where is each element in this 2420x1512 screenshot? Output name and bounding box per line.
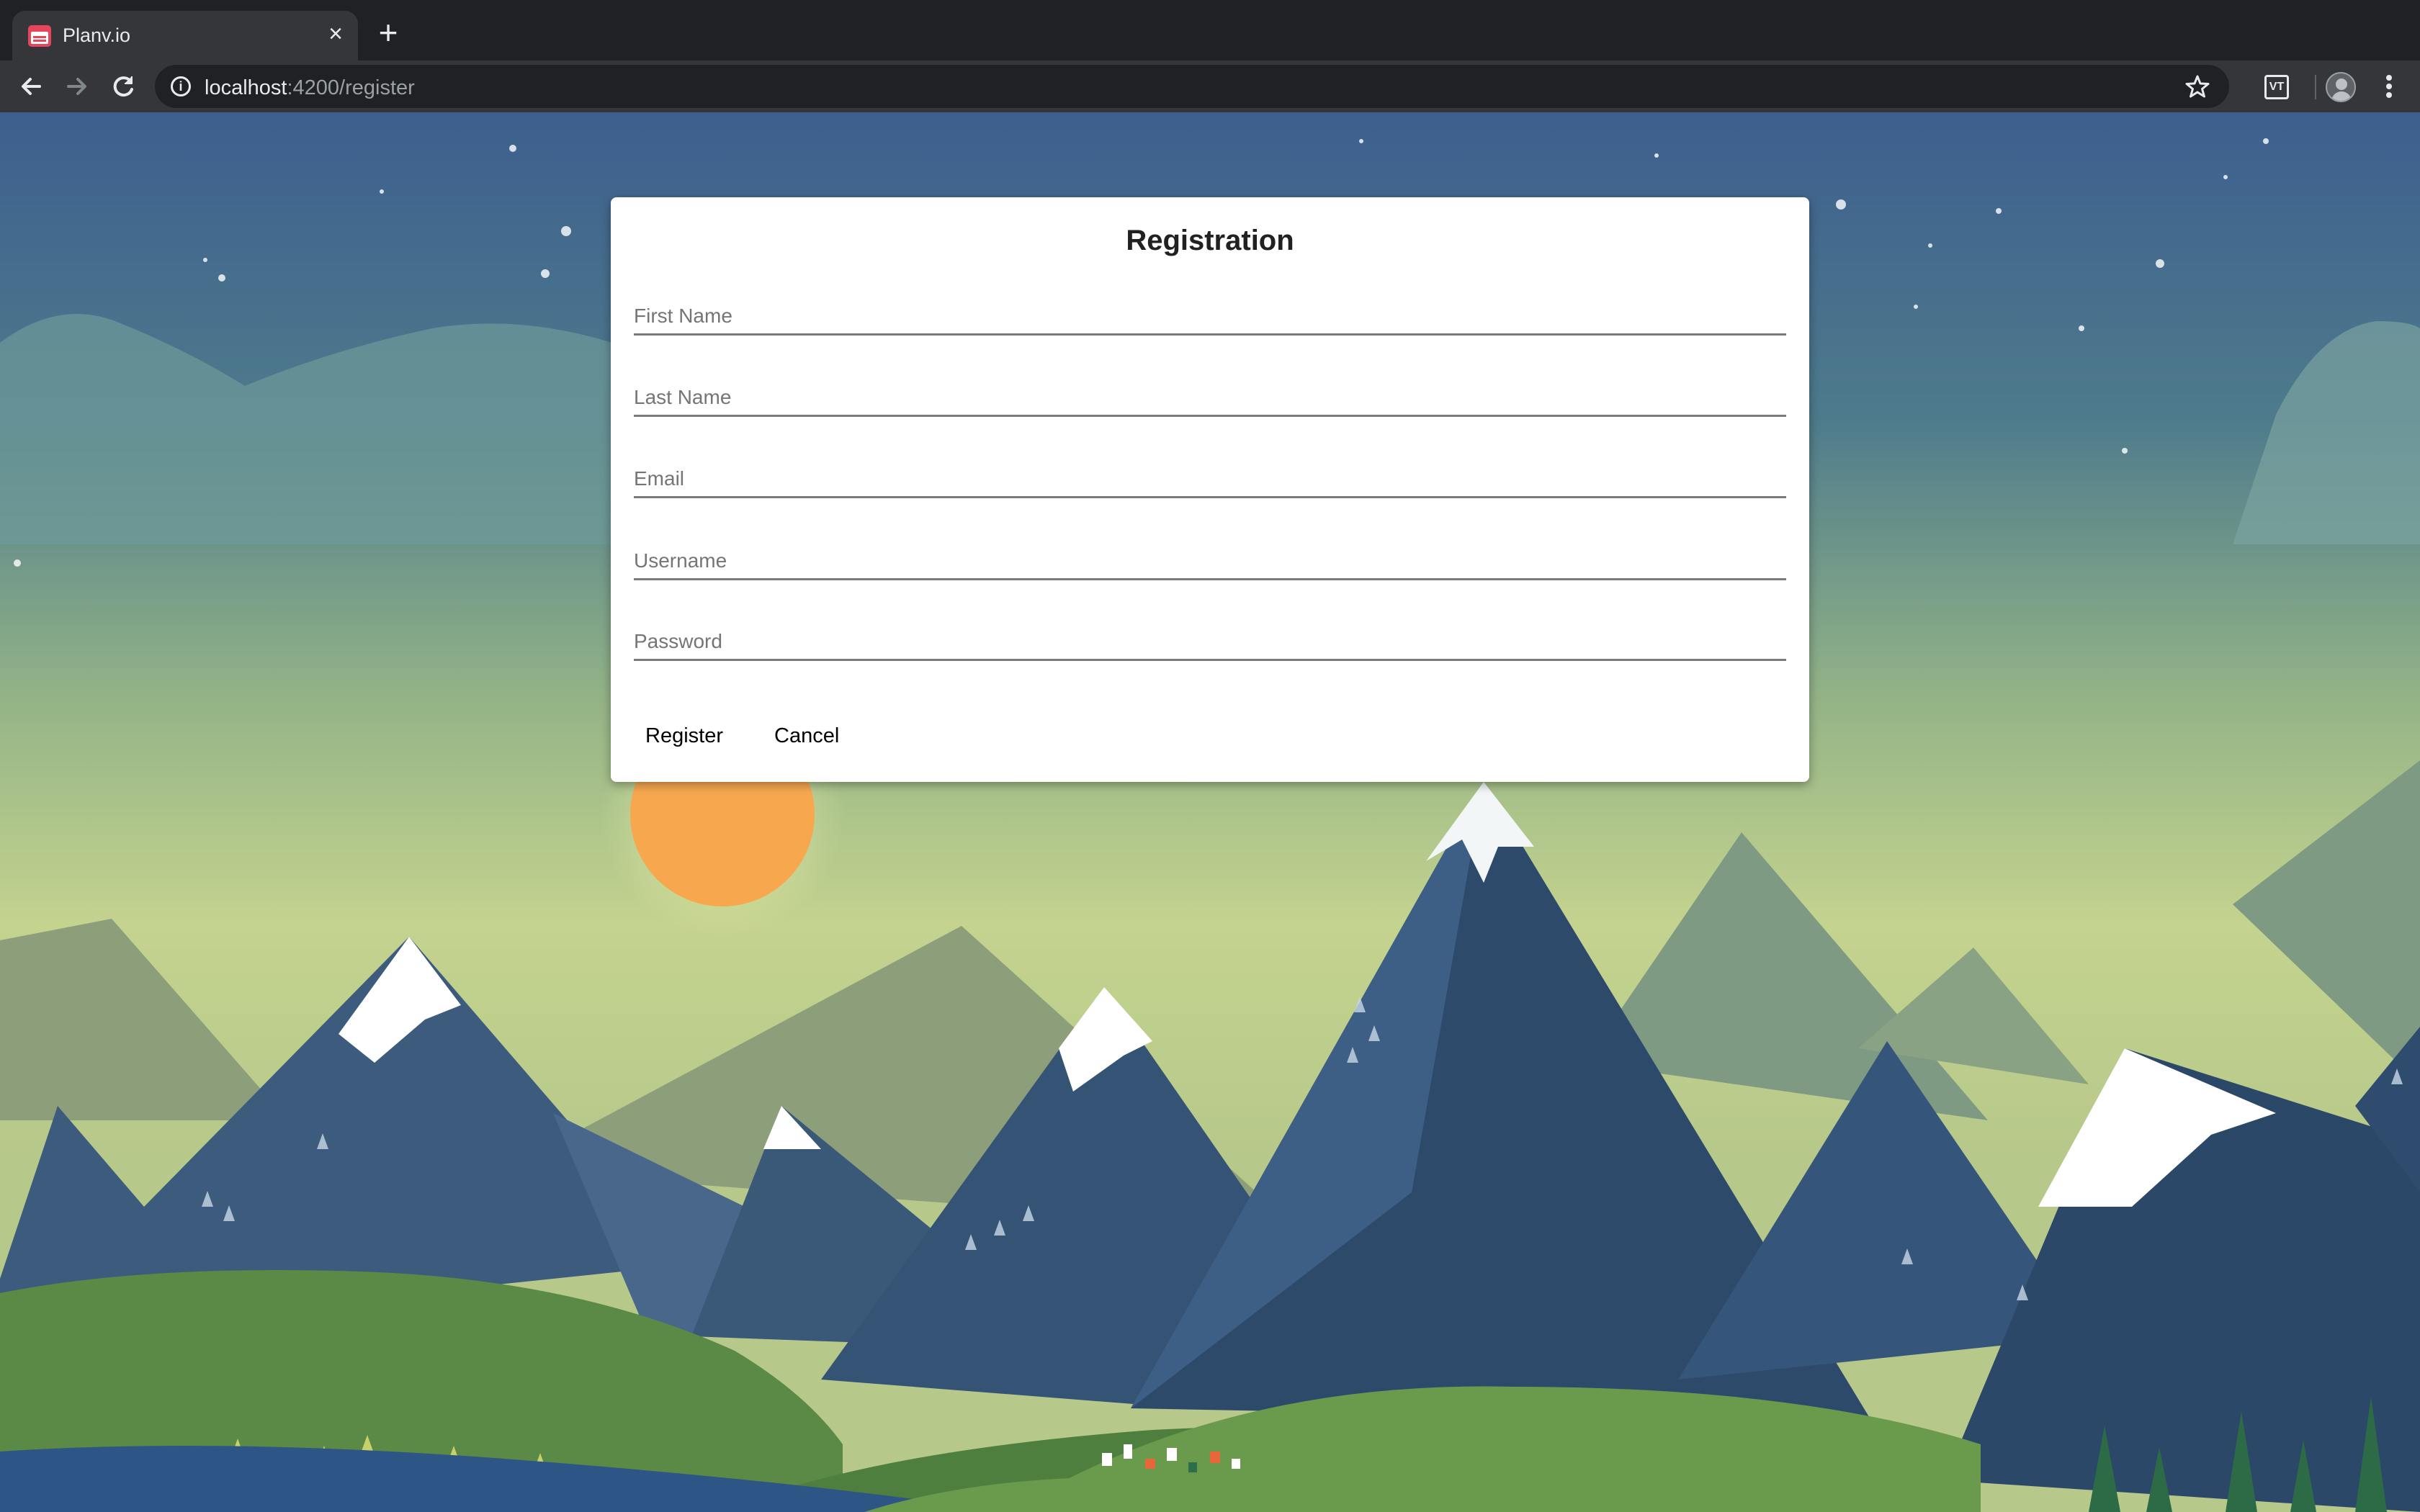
cancel-button[interactable]: Cancel <box>763 713 851 759</box>
extension-icon[interactable]: VT <box>2264 75 2289 99</box>
tab-title: Planv.io <box>63 24 131 46</box>
password-field <box>634 616 1786 661</box>
info-icon[interactable]: i <box>171 76 191 96</box>
close-icon[interactable]: × <box>323 22 348 46</box>
username-field <box>634 536 1786 580</box>
last-name-input[interactable] <box>634 372 1786 415</box>
username-input[interactable] <box>634 536 1786 578</box>
register-button[interactable]: Register <box>634 713 735 759</box>
reload-icon[interactable] <box>106 69 140 104</box>
forward-arrow-icon[interactable] <box>60 69 94 104</box>
plus-icon[interactable]: + <box>372 16 404 49</box>
toolbar-divider <box>2315 75 2316 99</box>
back-arrow-icon[interactable] <box>14 69 48 104</box>
last-name-field <box>634 372 1786 417</box>
kebab-menu-icon[interactable] <box>2375 71 2403 102</box>
registration-card: Registration Register Cancel <box>611 197 1809 782</box>
browser-toolbar: i localhost:4200/register VT <box>0 60 2420 112</box>
password-input[interactable] <box>634 616 1786 659</box>
address-bar[interactable]: i localhost:4200/register <box>155 65 2229 108</box>
star-icon[interactable] <box>2184 73 2210 99</box>
avatar[interactable] <box>2326 72 2356 102</box>
page-title: Registration <box>1126 225 1294 256</box>
email-field <box>634 454 1786 498</box>
browser-tabstrip: Planv.io × + <box>0 0 2420 60</box>
favicon-icon <box>28 25 51 47</box>
first-name-field <box>634 291 1786 336</box>
browser-tab[interactable]: Planv.io × <box>12 11 358 60</box>
first-name-input[interactable] <box>634 291 1786 333</box>
page-viewport: Registration Register Cancel <box>0 112 2420 1512</box>
url-text: localhost:4200/register <box>205 76 415 99</box>
email-input[interactable] <box>634 454 1786 496</box>
